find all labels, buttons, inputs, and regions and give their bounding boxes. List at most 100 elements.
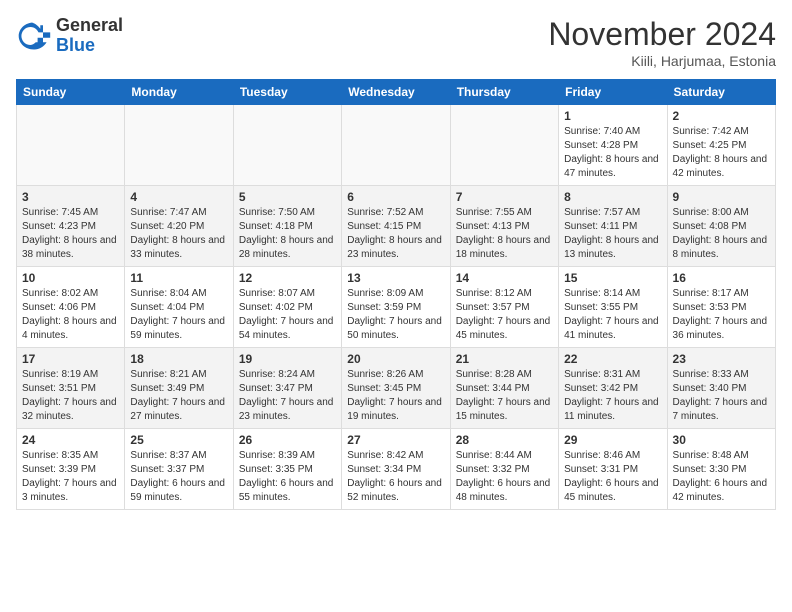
day-info: Sunrise: 8:12 AM Sunset: 3:57 PM Dayligh… (456, 287, 553, 343)
col-friday: Friday (559, 80, 667, 105)
calendar-cell: 15Sunrise: 8:14 AM Sunset: 3:55 PM Dayli… (559, 267, 667, 348)
col-saturday: Saturday (667, 80, 775, 105)
logo-blue: Blue (56, 36, 123, 56)
day-info: Sunrise: 8:04 AM Sunset: 4:04 PM Dayligh… (130, 287, 227, 343)
day-number: 24 (22, 433, 119, 447)
day-number: 20 (347, 352, 444, 366)
calendar-week-row: 3 Sunrise: 7:45 AM Sunset: 4:23 PM Daylig… (17, 186, 776, 267)
day-number: 10 (22, 271, 119, 285)
calendar-cell: 18 Sunrise: 8:21 AM Sunset: 3:49 PM Dayli… (125, 348, 233, 429)
day-number: 30 (673, 433, 770, 447)
day-info: Sunrise: 7:50 AM Sunset: 4:18 PM Dayligh… (239, 206, 336, 262)
calendar-week-row: 10 Sunrise: 8:02 AM Sunset: 4:06 PM Dayli… (17, 267, 776, 348)
logo-icon (16, 18, 52, 54)
day-info: Sunrise: 8:35 AM Sunset: 3:39 PM Dayligh… (22, 449, 119, 505)
day-info: Sunrise: 8:19 AM Sunset: 3:51 PM Dayligh… (22, 368, 119, 424)
calendar-cell: 16 Sunrise: 8:17 AM Sunset: 3:53 PM Dayli… (667, 267, 775, 348)
calendar-cell: 6 Sunrise: 7:52 AM Sunset: 4:15 PM Daylig… (342, 186, 450, 267)
day-number: 14 (456, 271, 553, 285)
day-number: 9 (673, 190, 770, 204)
day-info: Sunrise: 7:55 AM Sunset: 4:13 PM Dayligh… (456, 206, 553, 262)
calendar-cell: 12 Sunrise: 8:07 AM Sunset: 4:02 PM Dayli… (233, 267, 341, 348)
day-number: 28 (456, 433, 553, 447)
day-info: Sunrise: 8:33 AM Sunset: 3:40 PM Dayligh… (673, 368, 770, 424)
calendar-cell (17, 105, 125, 186)
day-number: 6 (347, 190, 444, 204)
day-info: Sunrise: 8:24 AM Sunset: 3:47 PM Dayligh… (239, 368, 336, 424)
calendar-cell (125, 105, 233, 186)
day-number: 16 (673, 271, 770, 285)
calendar-cell: 4 Sunrise: 7:47 AM Sunset: 4:20 PM Daylig… (125, 186, 233, 267)
location: Kiili, Harjumaa, Estonia (548, 53, 776, 69)
day-info: Sunrise: 8:17 AM Sunset: 3:53 PM Dayligh… (673, 287, 770, 343)
col-sunday: Sunday (17, 80, 125, 105)
calendar-cell (450, 105, 558, 186)
calendar-cell: 19Sunrise: 8:24 AM Sunset: 3:47 PM Dayli… (233, 348, 341, 429)
calendar-cell: 22Sunrise: 8:31 AM Sunset: 3:42 PM Dayli… (559, 348, 667, 429)
day-number: 18 (130, 352, 227, 366)
calendar-cell: 29Sunrise: 8:46 AM Sunset: 3:31 PM Dayli… (559, 429, 667, 510)
calendar-cell: 1 Sunrise: 7:40 AM Sunset: 4:28 PM Daylig… (559, 105, 667, 186)
day-info: Sunrise: 8:42 AM Sunset: 3:34 PM Dayligh… (347, 449, 444, 505)
day-info: Sunrise: 8:09 AM Sunset: 3:59 PM Dayligh… (347, 287, 444, 343)
day-info: Sunrise: 8:44 AM Sunset: 3:32 PM Dayligh… (456, 449, 553, 505)
day-number: 12 (239, 271, 336, 285)
calendar-week-row: 17 Sunrise: 8:19 AM Sunset: 3:51 PM Dayli… (17, 348, 776, 429)
col-tuesday: Tuesday (233, 80, 341, 105)
page-header: General Blue November 2024 Kiili, Harjum… (16, 16, 776, 69)
calendar-cell: 21 Sunrise: 8:28 AM Sunset: 3:44 PM Dayli… (450, 348, 558, 429)
day-info: Sunrise: 8:02 AM Sunset: 4:06 PM Dayligh… (22, 287, 119, 343)
calendar-cell: 5 Sunrise: 7:50 AM Sunset: 4:18 PM Daylig… (233, 186, 341, 267)
day-number: 17 (22, 352, 119, 366)
col-wednesday: Wednesday (342, 80, 450, 105)
calendar-cell: 14 Sunrise: 8:12 AM Sunset: 3:57 PM Dayli… (450, 267, 558, 348)
day-info: Sunrise: 7:40 AM Sunset: 4:28 PM Dayligh… (564, 125, 661, 181)
logo: General Blue (16, 16, 123, 56)
day-number: 4 (130, 190, 227, 204)
calendar-cell: 20 Sunrise: 8:26 AM Sunset: 3:45 PM Dayli… (342, 348, 450, 429)
calendar-cell: 25 Sunrise: 8:37 AM Sunset: 3:37 PM Dayli… (125, 429, 233, 510)
calendar-cell: 8Sunrise: 7:57 AM Sunset: 4:11 PM Daylig… (559, 186, 667, 267)
day-number: 13 (347, 271, 444, 285)
day-number: 29 (564, 433, 661, 447)
day-number: 21 (456, 352, 553, 366)
day-number: 26 (239, 433, 336, 447)
calendar-header-row: Sunday Monday Tuesday Wednesday Thursday… (17, 80, 776, 105)
calendar-cell: 26 Sunrise: 8:39 AM Sunset: 3:35 PM Dayli… (233, 429, 341, 510)
day-info: Sunrise: 7:52 AM Sunset: 4:15 PM Dayligh… (347, 206, 444, 262)
calendar-cell: 11Sunrise: 8:04 AM Sunset: 4:04 PM Dayli… (125, 267, 233, 348)
calendar-week-row: 24 Sunrise: 8:35 AM Sunset: 3:39 PM Dayli… (17, 429, 776, 510)
day-number: 7 (456, 190, 553, 204)
day-number: 22 (564, 352, 661, 366)
day-info: Sunrise: 8:21 AM Sunset: 3:49 PM Dayligh… (130, 368, 227, 424)
day-info: Sunrise: 7:45 AM Sunset: 4:23 PM Dayligh… (22, 206, 119, 262)
day-info: Sunrise: 8:48 AM Sunset: 3:30 PM Dayligh… (673, 449, 770, 505)
month-title: November 2024 (548, 16, 776, 53)
day-info: Sunrise: 8:07 AM Sunset: 4:02 PM Dayligh… (239, 287, 336, 343)
calendar-cell: 28 Sunrise: 8:44 AM Sunset: 3:32 PM Dayli… (450, 429, 558, 510)
day-info: Sunrise: 7:42 AM Sunset: 4:25 PM Dayligh… (673, 125, 770, 181)
day-info: Sunrise: 8:37 AM Sunset: 3:37 PM Dayligh… (130, 449, 227, 505)
day-number: 2 (673, 109, 770, 123)
day-info: Sunrise: 8:39 AM Sunset: 3:35 PM Dayligh… (239, 449, 336, 505)
calendar-cell (233, 105, 341, 186)
day-info: Sunrise: 8:28 AM Sunset: 3:44 PM Dayligh… (456, 368, 553, 424)
calendar-cell: 7 Sunrise: 7:55 AM Sunset: 4:13 PM Daylig… (450, 186, 558, 267)
day-number: 15 (564, 271, 661, 285)
logo-text: General Blue (56, 16, 123, 56)
calendar-cell: 13 Sunrise: 8:09 AM Sunset: 3:59 PM Dayli… (342, 267, 450, 348)
calendar-week-row: 1 Sunrise: 7:40 AM Sunset: 4:28 PM Daylig… (17, 105, 776, 186)
day-number: 23 (673, 352, 770, 366)
day-number: 1 (564, 109, 661, 123)
day-number: 3 (22, 190, 119, 204)
day-info: Sunrise: 7:47 AM Sunset: 4:20 PM Dayligh… (130, 206, 227, 262)
day-info: Sunrise: 8:26 AM Sunset: 3:45 PM Dayligh… (347, 368, 444, 424)
calendar-cell (342, 105, 450, 186)
title-block: November 2024 Kiili, Harjumaa, Estonia (548, 16, 776, 69)
calendar-table: Sunday Monday Tuesday Wednesday Thursday… (16, 79, 776, 510)
day-info: Sunrise: 7:57 AM Sunset: 4:11 PM Dayligh… (564, 206, 661, 262)
calendar-cell: 2 Sunrise: 7:42 AM Sunset: 4:25 PM Daylig… (667, 105, 775, 186)
day-number: 5 (239, 190, 336, 204)
calendar-cell: 27Sunrise: 8:42 AM Sunset: 3:34 PM Dayli… (342, 429, 450, 510)
day-number: 25 (130, 433, 227, 447)
